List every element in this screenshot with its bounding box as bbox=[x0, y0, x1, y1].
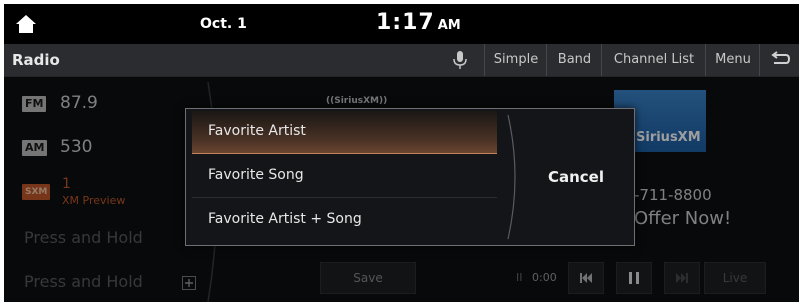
favorite-artist-option[interactable]: Favorite Artist bbox=[192, 111, 497, 154]
status-bar: Oct. 1 1:17 AM bbox=[4, 4, 799, 44]
cancel-button[interactable]: Cancel bbox=[526, 149, 626, 205]
favorite-song-option[interactable]: Favorite Song bbox=[192, 155, 497, 198]
home-icon[interactable] bbox=[14, 12, 38, 36]
back-button[interactable] bbox=[759, 44, 799, 76]
clock: 1:17 AM bbox=[376, 10, 461, 35]
mic-icon[interactable] bbox=[444, 48, 476, 72]
clock-ampm: AM bbox=[437, 18, 461, 33]
band-button[interactable]: Band bbox=[546, 44, 602, 76]
favorite-type-dialog: Favorite Artist Favorite Song Favorite A… bbox=[185, 108, 635, 246]
option-label: Favorite Artist + Song bbox=[208, 211, 362, 227]
dialog-divider-curve bbox=[507, 114, 516, 240]
menu-button[interactable]: Menu bbox=[705, 44, 760, 76]
clock-time: 1:17 bbox=[376, 10, 435, 35]
option-label: Favorite Artist bbox=[208, 123, 306, 139]
back-icon bbox=[771, 51, 791, 64]
favorite-artist-song-option[interactable]: Favorite Artist + Song bbox=[192, 199, 497, 241]
head-unit-screen: Oct. 1 1:17 AM Radio Simple Band Channel … bbox=[4, 4, 799, 302]
header-bar: Radio Simple Band Channel List Menu bbox=[4, 44, 799, 77]
channel-list-button[interactable]: Channel List bbox=[601, 44, 706, 76]
date-label: Oct. 1 bbox=[200, 16, 247, 32]
page-title: Radio bbox=[12, 51, 60, 69]
option-label: Favorite Song bbox=[208, 167, 304, 183]
simple-button[interactable]: Simple bbox=[484, 44, 547, 76]
